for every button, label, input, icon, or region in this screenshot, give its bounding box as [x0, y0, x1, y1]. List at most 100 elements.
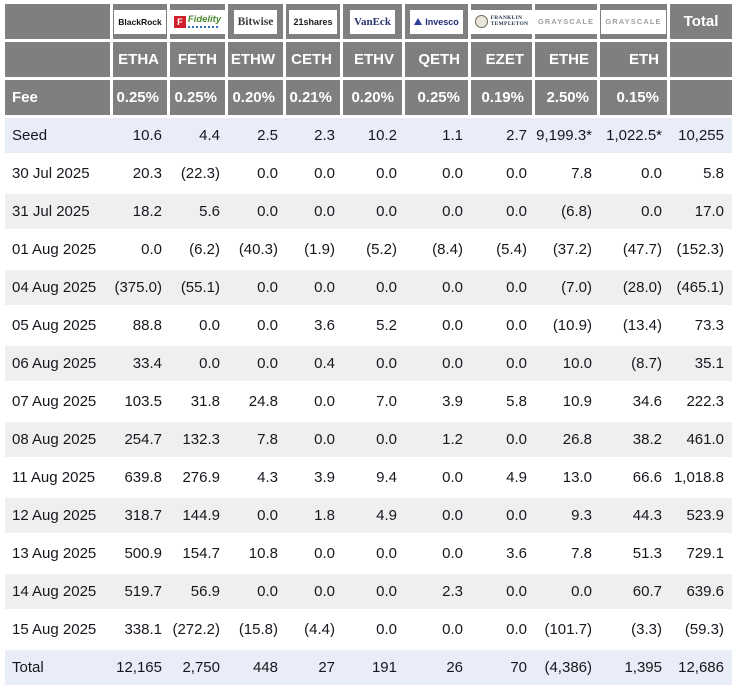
value-cell: 0.0 [343, 346, 405, 384]
vaneck-logo-text: VanEck [354, 16, 391, 28]
value-cell: 154.7 [170, 536, 228, 574]
fee-cell-ethw: 0.20% [228, 80, 286, 118]
value-cell: 0.0 [471, 346, 535, 384]
value-cell: 56.9 [170, 574, 228, 612]
value-cell: 7.8 [535, 156, 600, 194]
value-cell: 66.6 [600, 460, 670, 498]
value-cell: 448 [228, 650, 286, 688]
value-cell: 1,395 [600, 650, 670, 688]
grayscale-logo-text: GRAYSCALE [605, 17, 661, 26]
value-cell: 51.3 [600, 536, 670, 574]
row-label: 31 Jul 2025 [5, 194, 113, 232]
value-cell: 0.0 [405, 346, 471, 384]
row-label: 13 Aug 2025 [5, 536, 113, 574]
table-row: 15 Aug 2025338.1(272.2)(15.8)(4.4)0.00.0… [5, 612, 732, 650]
value-cell: (272.2) [170, 612, 228, 650]
table-row: Total12,1652,750448271912670(4,386)1,395… [5, 650, 732, 688]
value-cell: (55.1) [170, 270, 228, 308]
value-cell: 0.0 [228, 270, 286, 308]
row-label: Seed [5, 118, 113, 156]
value-cell: 461.0 [670, 422, 732, 460]
value-cell: (4.4) [286, 612, 343, 650]
value-cell: 4.4 [170, 118, 228, 156]
value-cell: 35.1 [670, 346, 732, 384]
row-label: 11 Aug 2025 [5, 460, 113, 498]
value-cell: (22.3) [170, 156, 228, 194]
value-cell: 0.0 [170, 308, 228, 346]
value-cell: 0.0 [405, 156, 471, 194]
logo-cell-ethv: VanEck [343, 4, 405, 42]
value-cell: 144.9 [170, 498, 228, 536]
franklin-logo-line2: TEMPLETON [491, 21, 529, 27]
value-cell: 0.0 [343, 156, 405, 194]
value-cell: 639.8 [113, 460, 170, 498]
value-cell: 26.8 [535, 422, 600, 460]
ticker-row-spacer-cell [5, 42, 113, 80]
value-cell: 2,750 [170, 650, 228, 688]
franklin-logo: FRANKLINTEMPLETON [471, 10, 532, 34]
value-cell: (1.9) [286, 232, 343, 270]
fee-cell-feth: 0.25% [170, 80, 228, 118]
value-cell: 1,022.5* [600, 118, 670, 156]
value-cell: 3.9 [286, 460, 343, 498]
invesco-triangle-icon [414, 18, 422, 25]
table-row: 12 Aug 2025318.7144.90.01.84.90.00.09.34… [5, 498, 732, 536]
ticker-cell-ethw: ETHW [228, 42, 286, 80]
fidelity-f-mark-icon: F [174, 16, 186, 28]
value-cell: 5.2 [343, 308, 405, 346]
value-cell: 0.0 [286, 270, 343, 308]
value-cell: 4.3 [228, 460, 286, 498]
ticker-cell-etha: ETHA [113, 42, 170, 80]
table-row: 13 Aug 2025500.9154.710.80.00.00.03.67.8… [5, 536, 732, 574]
ticker-cell-ezet: EZET [471, 42, 535, 80]
value-cell: 0.0 [535, 574, 600, 612]
value-cell: 1.1 [405, 118, 471, 156]
ticker-cell-ethe: ETHE [535, 42, 600, 80]
value-cell: (101.7) [535, 612, 600, 650]
value-cell: 12,165 [113, 650, 170, 688]
table-row: 08 Aug 2025254.7132.37.80.00.01.20.026.8… [5, 422, 732, 460]
row-label: 05 Aug 2025 [5, 308, 113, 346]
value-cell: 1,018.8 [670, 460, 732, 498]
value-cell: 0.0 [343, 194, 405, 232]
value-cell: 2.3 [405, 574, 471, 612]
value-cell: 0.0 [405, 612, 471, 650]
value-cell: 5.8 [471, 384, 535, 422]
vaneck-logo: VanEck [350, 10, 395, 34]
value-cell: (15.8) [228, 612, 286, 650]
value-cell: 0.0 [343, 536, 405, 574]
value-cell: 60.7 [600, 574, 670, 612]
value-cell: 88.8 [113, 308, 170, 346]
value-cell: (6.2) [170, 232, 228, 270]
value-cell: 0.0 [405, 194, 471, 232]
value-cell: 0.0 [170, 346, 228, 384]
value-cell: 0.0 [286, 156, 343, 194]
value-cell: 4.9 [343, 498, 405, 536]
table-row: 14 Aug 2025519.756.90.00.00.02.30.00.060… [5, 574, 732, 612]
grayscale-logo: GRAYSCALE [535, 10, 598, 34]
row-label: 01 Aug 2025 [5, 232, 113, 270]
value-cell: (8.7) [600, 346, 670, 384]
value-cell: 0.0 [471, 156, 535, 194]
value-cell: 0.0 [471, 574, 535, 612]
value-cell: 5.8 [670, 156, 732, 194]
value-cell: 276.9 [170, 460, 228, 498]
value-cell: 500.9 [113, 536, 170, 574]
value-cell: (5.4) [471, 232, 535, 270]
value-cell: (5.2) [343, 232, 405, 270]
grayscale-logo: GRAYSCALE [601, 10, 665, 34]
value-cell: 34.6 [600, 384, 670, 422]
value-cell: 523.9 [670, 498, 732, 536]
ticker-cell-eth: ETH [600, 42, 670, 80]
value-cell: (59.3) [670, 612, 732, 650]
value-cell: (465.1) [670, 270, 732, 308]
value-cell: 33.4 [113, 346, 170, 384]
corner-cell [5, 4, 113, 42]
value-cell: 222.3 [670, 384, 732, 422]
value-cell: 0.0 [405, 536, 471, 574]
fee-header-row: Fee0.25%0.25%0.20%0.21%0.20%0.25%0.19%2.… [5, 80, 732, 118]
value-cell: 24.8 [228, 384, 286, 422]
value-cell: 10.8 [228, 536, 286, 574]
table-row: 30 Jul 202520.3(22.3)0.00.00.00.00.07.80… [5, 156, 732, 194]
value-cell: 0.0 [343, 612, 405, 650]
